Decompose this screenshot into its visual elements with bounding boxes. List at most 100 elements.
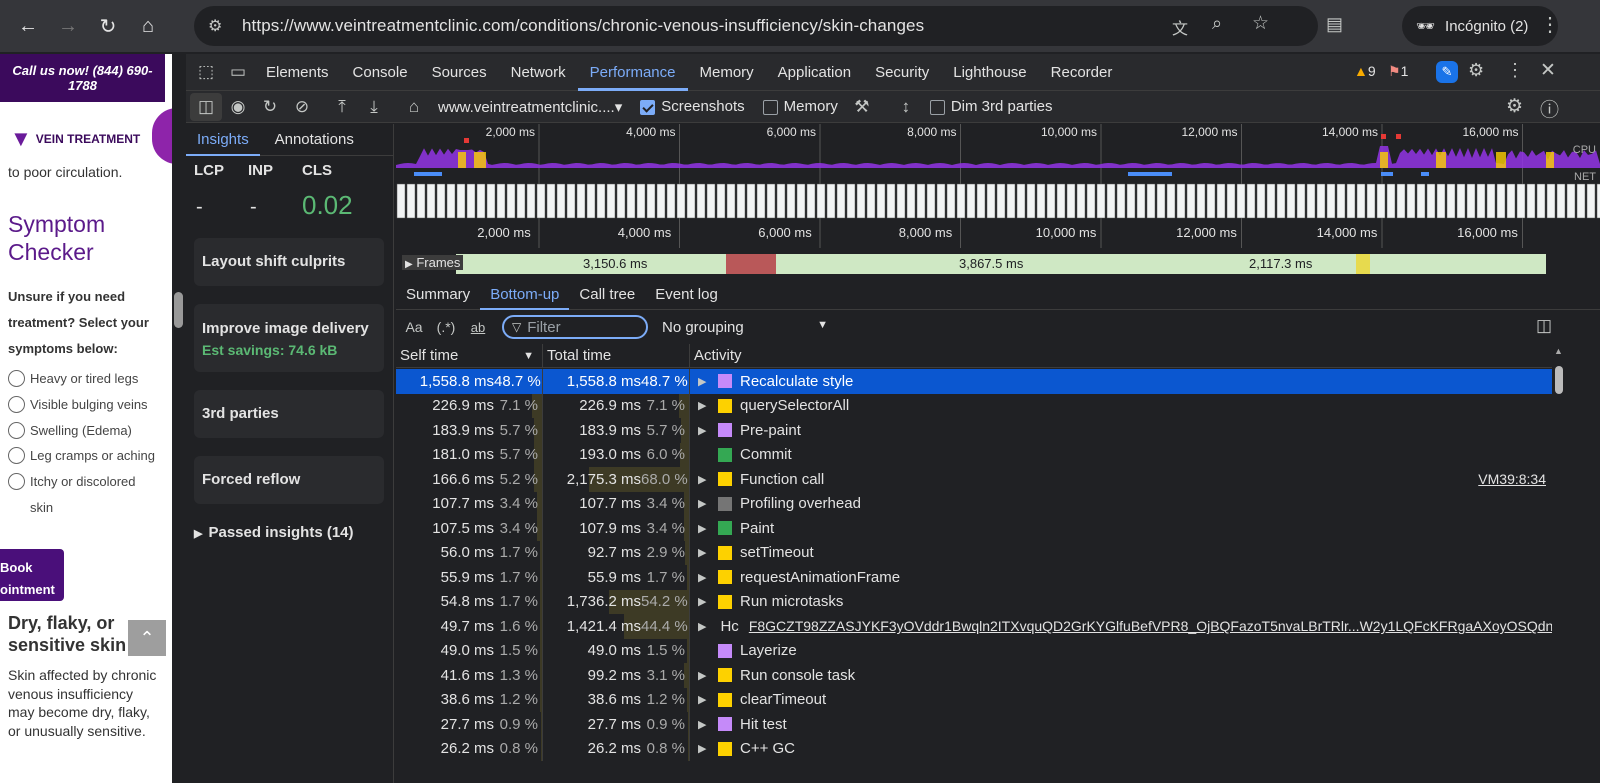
- tab-recorder[interactable]: Recorder: [1039, 54, 1125, 91]
- subtab-call-tree[interactable]: Call tree: [569, 280, 645, 310]
- expand-arrow-icon[interactable]: ▶: [698, 742, 712, 755]
- url-text[interactable]: https://www.veintreatmentclinic.com/cond…: [242, 16, 924, 36]
- incognito-button[interactable]: 🕶 Incógnito (2): [1402, 6, 1558, 46]
- devtools-settings-icon[interactable]: ⚙: [1468, 60, 1484, 81]
- table-row[interactable]: 166.6 ms 5.2 % 2,175.3 ms 68.0 % ▶ Function c…: [396, 467, 1556, 492]
- table-row[interactable]: 183.9 ms 5.7 % 183.9 ms 5.7 % ▶ Pre-paint: [396, 418, 1556, 443]
- screenshots-check[interactable]: [640, 99, 656, 115]
- tab-sources[interactable]: Sources: [420, 54, 499, 91]
- symptom-option[interactable]: Swelling (Edema): [8, 418, 160, 444]
- cls-value[interactable]: 0.02: [302, 190, 353, 221]
- expand-arrow-icon[interactable]: ▶: [698, 399, 712, 412]
- expand-arrow-icon[interactable]: ▶: [698, 595, 712, 608]
- zoom-icon[interactable]: ⌕: [1212, 13, 1222, 34]
- card-third-parties[interactable]: 3rd parties: [194, 390, 384, 438]
- table-row[interactable]: 27.7 ms 0.9 % 27.7 ms 0.9 % ▶ Hit test: [396, 712, 1556, 737]
- radio-icon[interactable]: [8, 395, 25, 413]
- record-icon[interactable]: ◉: [222, 93, 254, 121]
- table-row[interactable]: 1,558.8 ms 48.7 % 1,558.8 ms 48.7 % ▶ Recalcu…: [396, 369, 1556, 394]
- table-row[interactable]: 54.8 ms 1.7 % 1,736.2 ms 54.2 % ▶ Run microta…: [396, 589, 1556, 614]
- expand-arrow-icon[interactable]: ▶: [698, 522, 712, 535]
- devtools-menu-icon[interactable]: ⋮: [1506, 60, 1524, 81]
- whole-word-icon[interactable]: ab: [462, 313, 494, 341]
- tab-console[interactable]: Console: [341, 54, 420, 91]
- home-icon[interactable]: ⌂: [128, 6, 168, 46]
- tab-annotations[interactable]: Annotations: [264, 124, 365, 156]
- card-layout-shift[interactable]: Layout shift culprits: [194, 238, 384, 286]
- grouping-select[interactable]: No grouping ▼: [662, 319, 828, 336]
- expand-arrow-icon[interactable]: ▶: [698, 424, 712, 437]
- scroll-top-button[interactable]: ⌃: [128, 620, 166, 656]
- reading-list-icon[interactable]: ▤: [1326, 14, 1343, 35]
- table-row[interactable]: 56.0 ms 1.7 % 92.7 ms 2.9 % ▶ setTimeout: [396, 540, 1556, 565]
- expand-arrow-icon[interactable]: ▶: [698, 473, 712, 486]
- ai-assistant-icon[interactable]: ✎: [1436, 61, 1458, 83]
- tab-performance[interactable]: Performance: [577, 54, 688, 91]
- screenshots-checkbox[interactable]: Screenshots: [640, 98, 745, 115]
- expand-arrow-icon[interactable]: ▶: [698, 497, 712, 510]
- errors-badge[interactable]: ⚑1: [1388, 63, 1408, 80]
- book-appointment-button[interactable]: Book ointment: [0, 549, 64, 601]
- table-row[interactable]: 107.7 ms 3.4 % 107.7 ms 3.4 % ▶ Profiling ove…: [396, 491, 1556, 516]
- subtab-event-log[interactable]: Event log: [645, 280, 728, 310]
- table-scroll-thumb[interactable]: [1555, 366, 1563, 394]
- page-scroll-thumb[interactable]: [174, 292, 183, 328]
- col-activity[interactable]: Activity: [690, 344, 742, 367]
- scroll-up-icon[interactable]: ▲: [1554, 346, 1563, 356]
- clear-icon[interactable]: ⊘: [286, 93, 318, 121]
- card-image-delivery[interactable]: Improve image delivery Est savings: 74.6…: [194, 304, 384, 372]
- expand-arrow-icon[interactable]: ▶: [698, 669, 712, 682]
- regex-icon[interactable]: (.*): [430, 313, 462, 341]
- radio-icon[interactable]: [8, 473, 25, 491]
- tab-application[interactable]: Application: [766, 54, 863, 91]
- match-case-icon[interactable]: Aa: [398, 313, 430, 341]
- home-perf-icon[interactable]: ⌂: [398, 93, 430, 121]
- broom-icon[interactable]: ⚒: [846, 93, 878, 121]
- symptom-option[interactable]: Itchy or discolored skin: [8, 469, 160, 521]
- capture-settings-icon[interactable]: ⚙: [1506, 95, 1523, 118]
- page-scrollbar[interactable]: [172, 54, 186, 783]
- symptom-option[interactable]: Heavy or tired legs: [8, 366, 160, 392]
- table-row[interactable]: 26.2 ms 0.8 % 26.2 ms 0.8 % ▶ C++ GC: [396, 736, 1556, 761]
- table-row[interactable]: 107.5 ms 3.4 % 107.9 ms 3.4 % ▶ Paint: [396, 516, 1556, 541]
- tab-network[interactable]: Network: [499, 54, 578, 91]
- forward-icon[interactable]: →: [48, 6, 88, 46]
- col-total-time[interactable]: Total time: [543, 344, 690, 367]
- symptom-option[interactable]: Visible bulging veins: [8, 392, 160, 418]
- expand-arrow-icon[interactable]: ▶: [698, 571, 712, 584]
- upload-icon[interactable]: ⤒: [326, 93, 358, 121]
- table-row[interactable]: 49.7 ms 1.6 % 1,421.4 ms 44.4 % ▶ Hc F8GCZT98Z…: [396, 614, 1556, 639]
- devtools-close-icon[interactable]: ✕: [1540, 59, 1556, 82]
- passed-insights-toggle[interactable]: ▶ Passed insights (14): [194, 524, 354, 541]
- table-row[interactable]: 41.6 ms 1.3 % 99.2 ms 3.1 % ▶ Run console tas…: [396, 663, 1556, 688]
- device-toolbar-icon[interactable]: ▭: [222, 58, 254, 86]
- source-link[interactable]: VM39:8:34: [1478, 471, 1546, 487]
- card-forced-reflow[interactable]: Forced reflow: [194, 456, 384, 504]
- expand-arrow-icon[interactable]: ▶: [698, 620, 706, 633]
- translate-icon[interactable]: 文: [1172, 15, 1188, 39]
- tab-memory[interactable]: Memory: [688, 54, 766, 91]
- memory-checkbox[interactable]: Memory: [762, 98, 838, 115]
- download-icon[interactable]: ⤓: [358, 93, 390, 121]
- table-scrollbar[interactable]: ▲: [1552, 344, 1566, 783]
- table-row[interactable]: 181.0 ms 5.7 % 193.0 ms 6.0 % Commit: [396, 442, 1556, 467]
- expand-arrow-icon[interactable]: ▶: [698, 546, 712, 559]
- inspect-element-icon[interactable]: ⬚: [190, 58, 222, 86]
- frames-track[interactable]: ▶ Frames 3,150.6 ms 3,867.5 ms 2,117.3 m…: [396, 252, 1600, 276]
- filter-input[interactable]: ▽ Filter: [502, 315, 648, 339]
- call-banner[interactable]: Call us now! (844) 690-1788: [0, 54, 165, 102]
- back-icon[interactable]: ←: [8, 6, 48, 46]
- subtab-summary[interactable]: Summary: [396, 280, 480, 310]
- help-icon[interactable]: ⓘ: [1540, 95, 1559, 122]
- sidebar-toggle-icon[interactable]: ◫: [190, 92, 222, 121]
- origin-select[interactable]: www.veintreatmentclinic....▾: [438, 98, 622, 116]
- radio-icon[interactable]: [8, 421, 25, 439]
- reload-record-icon[interactable]: ↻: [254, 93, 286, 121]
- subtab-bottom-up[interactable]: Bottom-up: [480, 280, 570, 310]
- tab-lighthouse[interactable]: Lighthouse: [941, 54, 1038, 91]
- browser-menu-icon[interactable]: ⋮: [1540, 12, 1560, 37]
- dim-third-parties-checkbox[interactable]: Dim 3rd parties: [929, 98, 1053, 115]
- expand-arrow-icon[interactable]: ▶: [698, 718, 712, 731]
- table-row[interactable]: 49.0 ms 1.5 % 49.0 ms 1.5 % Layerize: [396, 638, 1556, 663]
- collapse-icon[interactable]: ↕: [890, 93, 922, 121]
